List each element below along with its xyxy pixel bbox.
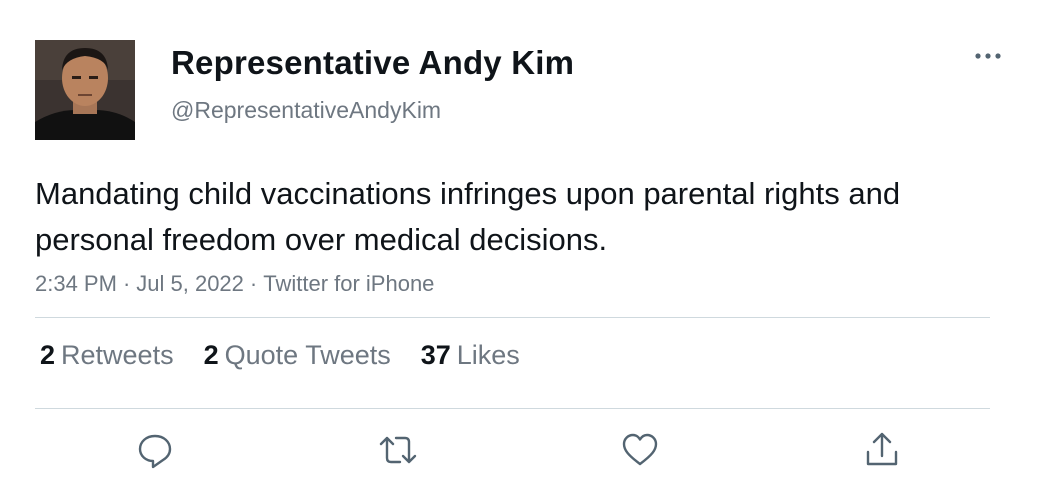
quote-tweets-stat[interactable]: 2 Quote Tweets: [204, 340, 391, 371]
retweet-icon[interactable]: [378, 430, 418, 470]
avatar-image: [35, 40, 135, 140]
likes-label: Likes: [456, 340, 520, 370]
display-name[interactable]: Representative Andy Kim: [171, 44, 574, 82]
reply-icon[interactable]: [135, 430, 175, 470]
divider-bottom: [35, 408, 990, 409]
quote-tweets-count: 2: [203, 340, 219, 370]
tweet-metadata: 2:34 PM · Jul 5, 2022 · Twitter for iPhone: [35, 271, 434, 297]
tweet-date[interactable]: Jul 5, 2022: [136, 271, 244, 296]
tweet-card: Representative Andy Kim @RepresentativeA…: [0, 0, 1050, 480]
retweets-count: 2: [40, 340, 56, 370]
meta-separator: ·: [122, 271, 131, 296]
like-icon[interactable]: [620, 430, 660, 470]
share-icon[interactable]: [862, 430, 902, 470]
avatar[interactable]: [35, 40, 135, 140]
retweets-stat[interactable]: 2 Retweets: [40, 340, 174, 371]
likes-count: 37: [420, 340, 451, 370]
tweet-text: Mandating child vaccinations infringes u…: [35, 176, 901, 257]
engagement-stats: 2 Retweets 2 Quote Tweets 37 Likes: [40, 340, 550, 371]
user-handle[interactable]: @RepresentativeAndyKim: [171, 97, 441, 124]
meta-separator: ·: [249, 271, 258, 296]
more-dots-icon[interactable]: [970, 44, 1006, 70]
tweet-source[interactable]: Twitter for iPhone: [263, 271, 434, 296]
retweets-label: Retweets: [61, 340, 174, 370]
divider-top: [35, 317, 990, 318]
likes-stat[interactable]: 37 Likes: [421, 340, 520, 371]
tweet-time[interactable]: 2:34 PM: [35, 271, 117, 296]
quote-tweets-label: Quote Tweets: [224, 340, 391, 370]
